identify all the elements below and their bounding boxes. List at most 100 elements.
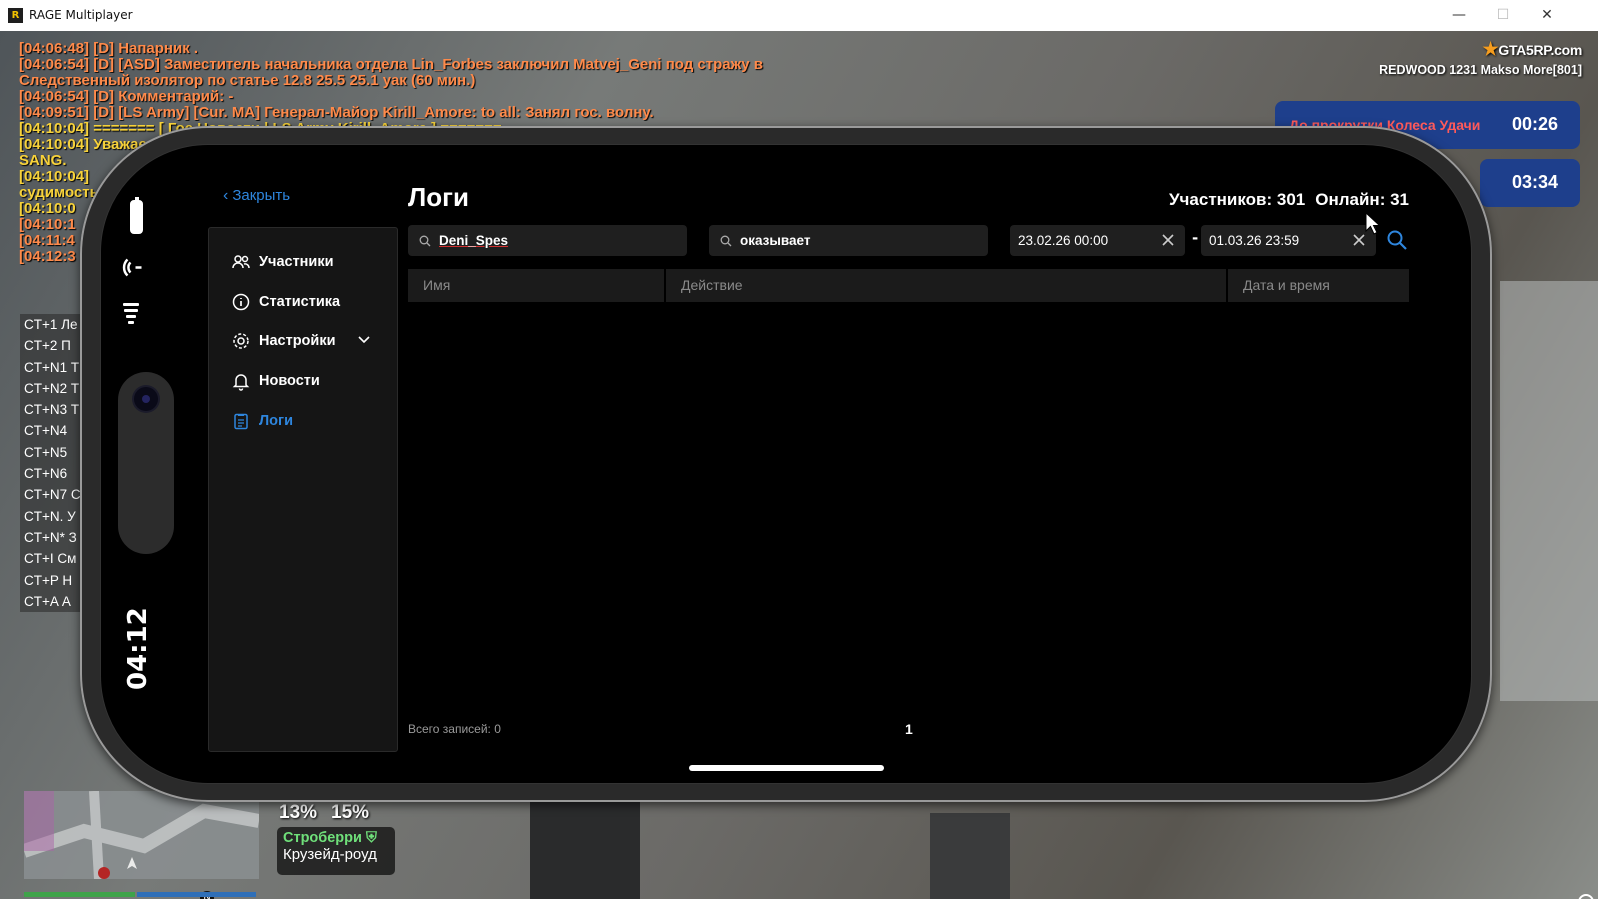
- search-icon: [419, 235, 431, 246]
- hotkey-item: CT+N1 Т: [24, 359, 80, 375]
- minimap: [21, 790, 261, 880]
- chat-line: [04:06:54] [D] [ASD] Заместитель начальн…: [19, 57, 763, 73]
- camera-island: [118, 372, 174, 554]
- wheel-timer-value: 00:26: [1511, 114, 1558, 134]
- app-sidebar: Участники Статистика Настройки Новости Л…: [208, 227, 398, 752]
- chat-line: [04:06:48] [D] Напарник .: [19, 41, 199, 57]
- action-search-field[interactable]: [709, 225, 988, 256]
- shield-icon: ⛨: [365, 830, 377, 846]
- online-count: Онлайн: 31: [1315, 190, 1409, 209]
- second-timer-value: 03:34: [1511, 172, 1558, 192]
- blip-icon: [98, 867, 110, 879]
- sidebar-item-label: Статистика: [259, 294, 341, 310]
- date-to-field[interactable]: 01.03.26 23:59: [1201, 225, 1376, 256]
- sidebar-item-label: Настройки: [259, 333, 336, 349]
- date-to-value[interactable]: 01.03.26 23:59: [1209, 233, 1299, 248]
- hotkey-item: CT+A А: [24, 593, 71, 609]
- thirst-percent: 15%: [331, 802, 370, 823]
- clear-date-from-icon[interactable]: [1160, 232, 1176, 248]
- sidebar-item-news[interactable]: Новости: [231, 369, 320, 393]
- sidebar-item-label: Логи: [259, 413, 293, 429]
- close-window-button[interactable]: ✕: [1524, 0, 1570, 31]
- sidebar-item-logs[interactable]: Логи: [231, 409, 293, 433]
- search-icon[interactable]: [1386, 229, 1408, 251]
- column-datetime: Дата и время: [1228, 269, 1409, 302]
- phone-frame: 04:12 ‹ Закрыть Участники Статистика Наст…: [80, 126, 1492, 802]
- hotkey-item: CT+N* З: [24, 529, 77, 545]
- hotkey-item: CT+N6: [24, 466, 68, 482]
- hunger-percent: 13%: [279, 802, 318, 823]
- player-arrow-icon: [127, 857, 137, 869]
- zone-name: Строберри: [283, 830, 362, 846]
- window-titlebar: R RAGE Multiplayer — ☐ ✕: [0, 0, 1598, 31]
- needs-percent: 13% 15%: [279, 802, 383, 824]
- bell-icon: [232, 374, 250, 391]
- name-search-field[interactable]: [408, 225, 687, 256]
- phone-screen: 04:12 ‹ Закрыть Участники Статистика Наст…: [100, 144, 1472, 784]
- column-action: Действие: [666, 269, 1226, 302]
- chevron-left-icon: ‹: [223, 187, 229, 204]
- column-name: Имя: [408, 269, 664, 302]
- health-bar: [24, 892, 136, 897]
- hotkey-item: CT+N5: [24, 444, 68, 460]
- sidebar-item-settings[interactable]: Настройки: [231, 329, 381, 353]
- background-counter: [530, 801, 640, 899]
- street-name: Крузейд-роуд: [283, 846, 377, 863]
- star-icon: ★: [1482, 39, 1499, 59]
- corner-settings-icon[interactable]: [1578, 894, 1594, 899]
- home-indicator[interactable]: [689, 765, 884, 771]
- phone-status-strip: 04:12: [101, 145, 201, 783]
- second-timer-card: 03:34: [1480, 159, 1580, 207]
- name-search-input[interactable]: [439, 233, 649, 248]
- player-hud: N 13%15% Строберри ⛨ Крузейд-роуд: [0, 790, 420, 899]
- server-brand: ★GTA5RP.com REDWOOD 1231 Makso More[801]: [1379, 39, 1582, 77]
- clipboard-icon: [234, 413, 248, 430]
- chevron-down-icon[interactable]: [357, 332, 371, 346]
- background-bin: [930, 813, 1010, 899]
- date-from-value[interactable]: 23.02.26 00:00: [1018, 233, 1108, 248]
- background-fridge: [1500, 281, 1598, 701]
- phone-clock: 04:12: [123, 607, 153, 690]
- hotkey-item: CT+P Н: [24, 572, 73, 588]
- minimize-button[interactable]: —: [1436, 0, 1482, 31]
- hotkey-item: CT+2 П: [24, 338, 71, 354]
- logs-table-header: Имя Действие Дата и время: [408, 269, 1409, 302]
- search-icon: [720, 235, 732, 246]
- window-title: RAGE Multiplayer: [29, 8, 133, 22]
- mouse-cursor-icon: [1365, 212, 1381, 235]
- chat-line: [04:09:51] [D] [LS Army] [Cur. MA] Генер…: [19, 105, 654, 121]
- close-label: Закрыть: [232, 187, 291, 204]
- battery-icon: [130, 197, 143, 234]
- hotkey-item: CT+N7 С: [24, 487, 81, 503]
- members-stats: Участников: 301 Онлайн: 31: [1169, 190, 1409, 210]
- hotkey-item: CT+I См: [24, 551, 77, 567]
- date-range-separator: -: [1192, 229, 1199, 247]
- network-bars-icon: [123, 303, 139, 327]
- hotkey-item: CT+N2 Т: [24, 380, 80, 396]
- hotkey-list: CT+1 Ле CT+2 П CT+N1 Т CT+N2 Т CT+N3 Т CT+N4 C…: [20, 314, 82, 613]
- hotkey-item: CT+N3 Т: [24, 402, 80, 418]
- date-from-field[interactable]: 23.02.26 00:00: [1010, 225, 1185, 256]
- gta5rp-logo: ★GTA5RP.com: [1482, 39, 1583, 59]
- page-number[interactable]: 1: [905, 721, 913, 737]
- camera-icon: [134, 387, 158, 411]
- close-app-button[interactable]: ‹ Закрыть: [223, 187, 290, 205]
- hotkey-item: CT+N. У: [24, 508, 76, 524]
- sidebar-item-label: Новости: [259, 373, 320, 389]
- sidebar-item-members[interactable]: Участники: [231, 250, 334, 274]
- hotkey-item: CT+N4: [24, 423, 68, 439]
- chat-line: Следственный изолятор по статье 12.8 25.…: [19, 73, 476, 89]
- location-panel: Строберри ⛨ Крузейд-роуд: [277, 827, 395, 875]
- maximize-button[interactable]: ☐: [1480, 0, 1526, 31]
- total-records: Всего записей: 0: [408, 722, 501, 736]
- sidebar-item-statistics[interactable]: Статистика: [231, 290, 340, 314]
- player-name: Makso More[801]: [1480, 63, 1582, 77]
- gear-icon: [233, 333, 249, 349]
- action-search-input[interactable]: [740, 233, 950, 248]
- server-name: REDWOOD 1231: [1379, 63, 1478, 77]
- signal-icon: [122, 256, 151, 280]
- rage-app-icon: R: [8, 8, 23, 23]
- page-title: Логи: [408, 182, 469, 212]
- hotkey-item: CT+1 Ле: [24, 317, 78, 332]
- sidebar-item-label: Участники: [259, 254, 334, 270]
